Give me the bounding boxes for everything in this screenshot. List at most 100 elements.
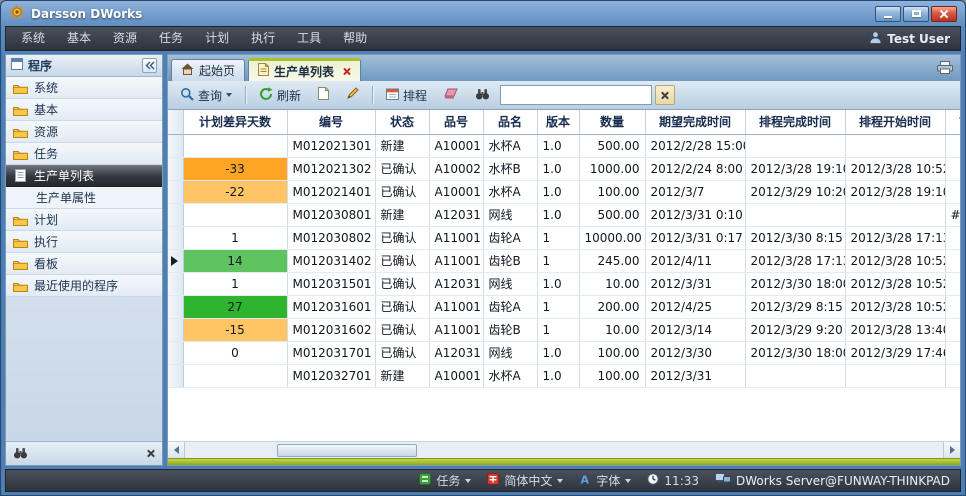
query-button[interactable]: 查询 — [173, 84, 239, 106]
cell-expect[interactable]: 2012/3/7 — [645, 180, 745, 203]
maximize-button[interactable] — [903, 6, 929, 22]
cell-diff[interactable]: 0 — [183, 341, 287, 364]
cell-sched_end[interactable]: 2012/3/29 9:20 — [745, 318, 845, 341]
cell-item_name[interactable]: 网线 — [483, 341, 537, 364]
sidebar-item-4[interactable]: 生产单列表 — [6, 165, 162, 187]
cell-code[interactable]: M012021301 — [287, 134, 375, 157]
cell-expect[interactable]: 2012/3/31 — [645, 272, 745, 295]
sidebar-item-2[interactable]: 资源 — [6, 121, 162, 143]
cell-item_name[interactable]: 水杯B — [483, 157, 537, 180]
sidebar-item-1[interactable]: 基本 — [6, 99, 162, 121]
cell-item_no[interactable]: A12031 — [429, 203, 483, 226]
scrollbar-thumb[interactable] — [277, 444, 417, 457]
cell-partial[interactable] — [945, 272, 960, 295]
cell-version[interactable]: 1 — [537, 295, 579, 318]
row-header-cell[interactable] — [168, 226, 183, 249]
tab-close-icon[interactable] — [342, 67, 351, 76]
cell-item_name[interactable]: 水杯A — [483, 180, 537, 203]
cell-diff[interactable] — [183, 203, 287, 226]
cell-version[interactable]: 1.0 — [537, 364, 579, 387]
cell-expect[interactable]: 2012/3/31 — [645, 364, 745, 387]
cell-status[interactable]: 已确认 — [375, 157, 429, 180]
cell-partial[interactable] — [945, 341, 960, 364]
cell-item_no[interactable]: A11001 — [429, 226, 483, 249]
cell-diff[interactable] — [183, 134, 287, 157]
horizontal-scrollbar[interactable] — [168, 441, 960, 458]
cell-version[interactable]: 1.0 — [537, 203, 579, 226]
cell-sched_end[interactable] — [745, 203, 845, 226]
cell-code[interactable]: M012031402 — [287, 249, 375, 272]
menu-item-1[interactable]: 基本 — [56, 27, 102, 50]
cell-code[interactable]: M012021401 — [287, 180, 375, 203]
column-header-sched_end[interactable]: 排程完成时间 — [745, 110, 845, 134]
cell-status[interactable]: 已确认 — [375, 318, 429, 341]
table-row[interactable]: 14M012031402已确认A11001齿轮B1245.002012/4/11… — [168, 249, 960, 272]
column-header-item_no[interactable]: 品号 — [429, 110, 483, 134]
cell-partial[interactable] — [945, 157, 960, 180]
cell-version[interactable]: 1 — [537, 226, 579, 249]
sidebar-item-0[interactable]: 系统 — [6, 77, 162, 99]
binoculars-icon[interactable] — [13, 444, 28, 463]
table-row[interactable]: 27M012031601已确认A11001齿轮A1200.002012/4/25… — [168, 295, 960, 318]
cell-diff[interactable]: -15 — [183, 318, 287, 341]
cell-qty[interactable]: 1000.00 — [579, 157, 645, 180]
cell-partial[interactable] — [945, 180, 960, 203]
cell-status[interactable]: 新建 — [375, 203, 429, 226]
sidebar-item-7[interactable]: 执行 — [6, 231, 162, 253]
sidebar-collapse-button[interactable] — [142, 58, 157, 73]
cell-qty[interactable]: 500.00 — [579, 203, 645, 226]
current-row-marker[interactable] — [168, 249, 183, 272]
cell-partial[interactable] — [945, 134, 960, 157]
column-header-diff[interactable]: 计划差异天数 — [183, 110, 287, 134]
sidebar-item-8[interactable]: 看板 — [6, 253, 162, 275]
cell-qty[interactable]: 100.00 — [579, 341, 645, 364]
cell-version[interactable]: 1.0 — [537, 272, 579, 295]
cell-status[interactable]: 新建 — [375, 134, 429, 157]
cell-expect[interactable]: 2012/2/28 15:00 — [645, 134, 745, 157]
column-header-version[interactable]: 版本 — [537, 110, 579, 134]
cell-status[interactable]: 已确认 — [375, 249, 429, 272]
tab-production-order-list[interactable]: 生产单列表 — [248, 58, 361, 81]
cell-sched_start[interactable]: 2012/3/28 17:13 — [845, 226, 945, 249]
eraser-button[interactable] — [437, 84, 465, 106]
cell-item_name[interactable]: 水杯A — [483, 364, 537, 387]
cell-sched_end[interactable]: 2012/3/30 8:15 — [745, 226, 845, 249]
cell-qty[interactable]: 245.00 — [579, 249, 645, 272]
cell-item_no[interactable]: A12031 — [429, 341, 483, 364]
column-header-code[interactable]: 编号 — [287, 110, 375, 134]
cell-sched_end[interactable]: 2012/3/29 8:15 — [745, 295, 845, 318]
cell-status[interactable]: 已确认 — [375, 295, 429, 318]
status-font[interactable]: A 字体 — [579, 472, 631, 489]
cell-version[interactable]: 1.0 — [537, 157, 579, 180]
cell-sched_start[interactable]: 2012/3/28 19:10 — [845, 180, 945, 203]
cell-qty[interactable]: 100.00 — [579, 364, 645, 387]
cell-item_name[interactable]: 网线 — [483, 272, 537, 295]
table-row[interactable]: M012032701新建A10001水杯A1.0100.002012/3/31 — [168, 364, 960, 387]
cell-item_no[interactable]: A10001 — [429, 364, 483, 387]
row-header-cell[interactable] — [168, 364, 183, 387]
menu-item-6[interactable]: 工具 — [286, 27, 332, 50]
cell-sched_start[interactable] — [845, 203, 945, 226]
row-header-cell[interactable] — [168, 180, 183, 203]
cell-sched_end[interactable]: 2012/3/28 17:13 — [745, 249, 845, 272]
cell-sched_start[interactable] — [845, 364, 945, 387]
table-row[interactable]: 1M012031501已确认A12031网线1.010.002012/3/312… — [168, 272, 960, 295]
cell-partial[interactable] — [945, 318, 960, 341]
menu-item-2[interactable]: 资源 — [102, 27, 148, 50]
cell-version[interactable]: 1.0 — [537, 134, 579, 157]
row-header-cell[interactable] — [168, 272, 183, 295]
cell-sched_start[interactable]: 2012/3/28 10:52 — [845, 295, 945, 318]
sidebar-item-6[interactable]: 计划 — [6, 209, 162, 231]
cell-sched_start[interactable]: 2012/3/28 10:52 — [845, 157, 945, 180]
cell-partial[interactable] — [945, 295, 960, 318]
cell-qty[interactable]: 10.00 — [579, 272, 645, 295]
cell-diff[interactable] — [183, 364, 287, 387]
edit-pencil-button[interactable] — [339, 84, 366, 106]
user-area[interactable]: Test User — [869, 31, 956, 47]
cell-expect[interactable]: 2012/3/14 — [645, 318, 745, 341]
cell-version[interactable]: 1.0 — [537, 341, 579, 364]
refresh-button[interactable]: 刷新 — [252, 84, 308, 106]
column-header-sched_start[interactable]: 排程开始时间 — [845, 110, 945, 134]
cell-sched_end[interactable]: 2012/3/30 18:00 — [745, 341, 845, 364]
cell-item_no[interactable]: A10001 — [429, 180, 483, 203]
